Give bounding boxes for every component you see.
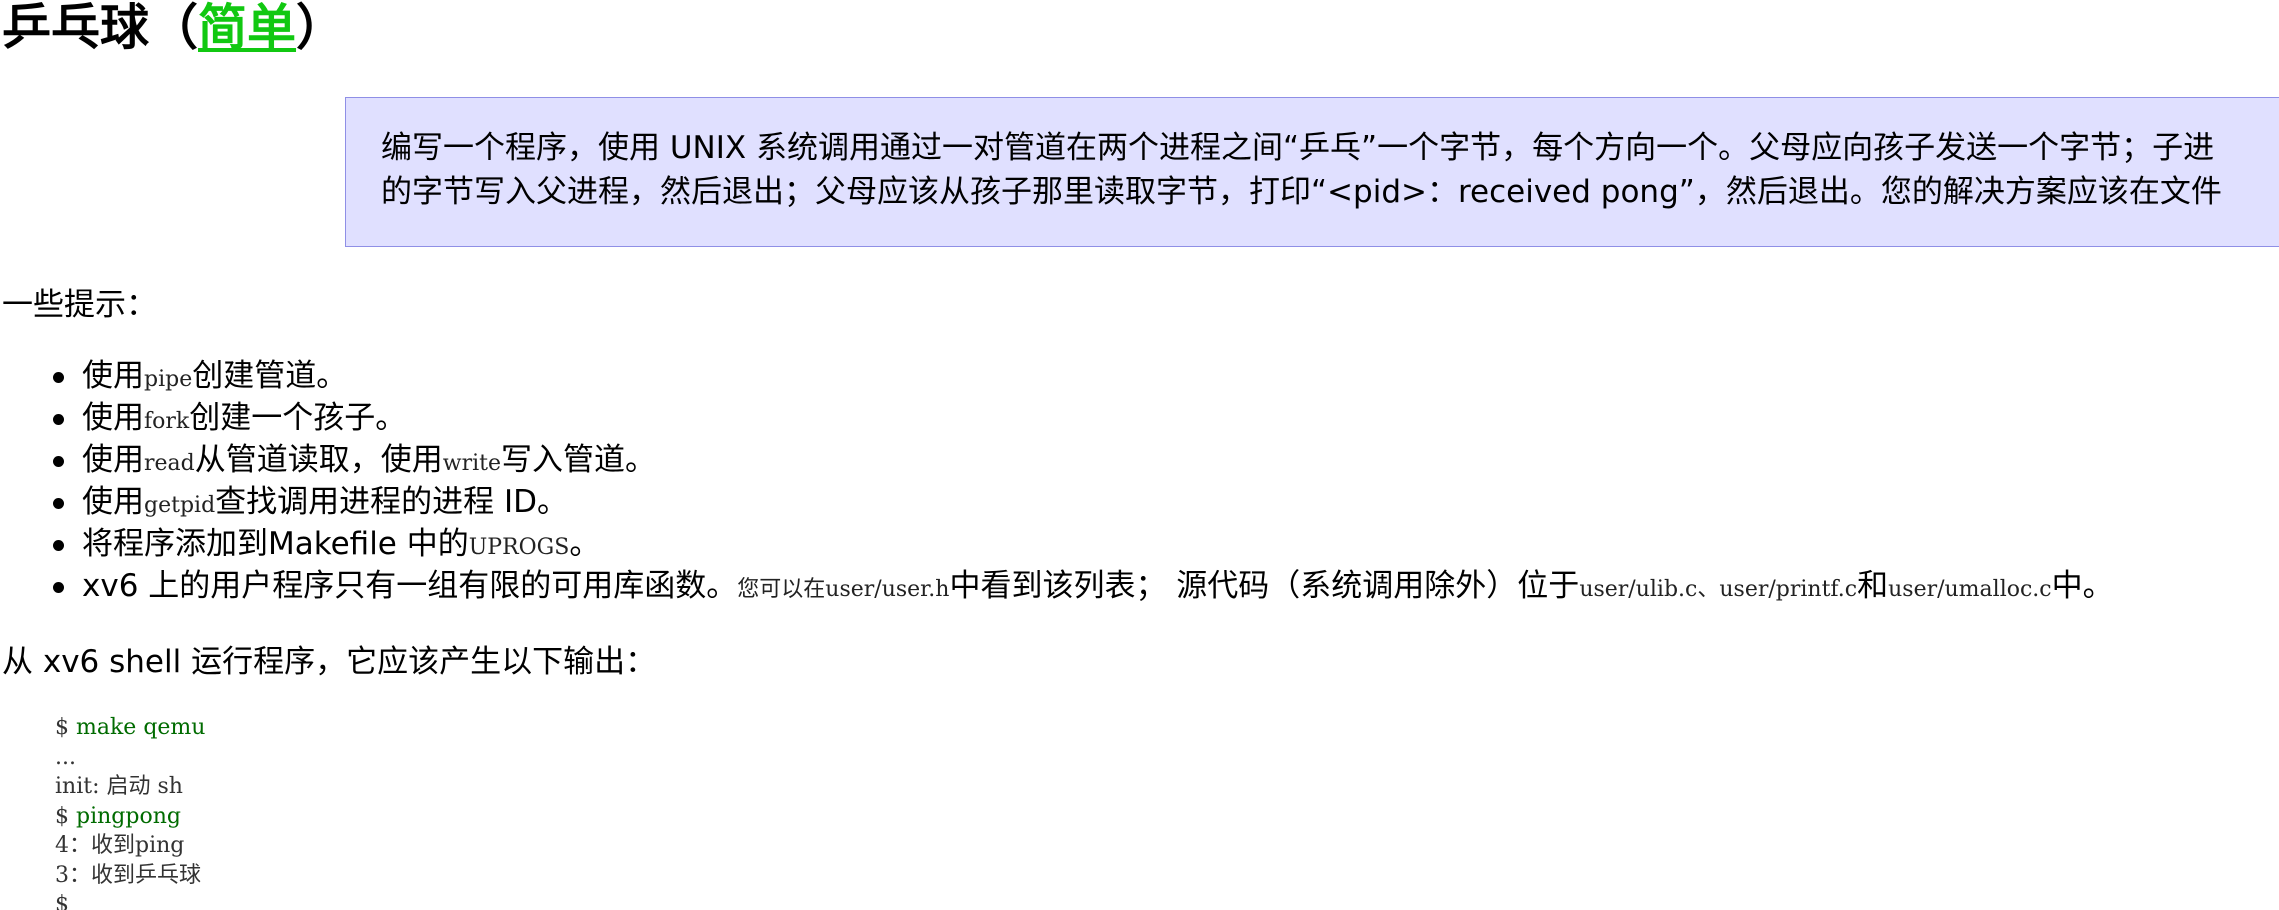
terminal-line: $ [55, 892, 69, 910]
hint-text: 使用 [82, 484, 144, 520]
hint-text: 。 [569, 526, 601, 562]
hint-item-getpid: 使用getpid查找调用进程的进程 ID。 [0, 481, 2114, 523]
hint-separator: 、 [1697, 577, 1720, 602]
assignment-line-1: 编写一个程序，使用 UNIX 系统调用通过一对管道在两个进程之间“乒乓”一个字节… [381, 130, 2215, 166]
hint-text: 和 [1857, 568, 1889, 604]
difficulty-link[interactable]: 简单 [198, 0, 296, 56]
bullet-icon [53, 540, 64, 551]
code-user-h: user/user.h [825, 577, 950, 602]
run-intro: 从 xv6 shell 运行程序，它应该产生以下输出： [2, 644, 657, 680]
code-uprogs: UPROGS [468, 535, 570, 560]
hint-text: 将程序添加到Makefile 中的 [82, 526, 469, 562]
title-prefix: 乒乓球（ [2, 0, 199, 56]
terminal-command: pingpong [76, 803, 181, 829]
code-printf-c: user/printf.c [1719, 577, 1858, 602]
terminal-line: init: 启动 sh [55, 774, 183, 799]
title-suffix: ） [296, 0, 346, 56]
hint-text: 创建一个孩子。 [189, 400, 407, 436]
terminal-prompt: $ [55, 715, 76, 740]
bullet-icon [53, 456, 64, 467]
terminal-prompt: $ [55, 803, 76, 829]
bullet-icon [53, 414, 64, 425]
hint-text: 写入管道。 [501, 442, 656, 478]
hint-text: 中。 [2051, 568, 2114, 604]
terminal-command: make qemu [76, 715, 206, 740]
page-title: 乒乓球（简单） [2, 2, 345, 54]
code-fork: fork [144, 409, 190, 434]
hint-text: xv6 上的用户程序只有一组有限的可用库函数。 [82, 568, 738, 604]
code-umalloc-c: user/umalloc.c [1888, 577, 2052, 602]
hint-text: 查找调用进程的进程 ID。 [215, 484, 569, 520]
hint-item-read-write: 使用read从管道读取，使用write写入管道。 [0, 439, 2114, 481]
hint-text: 使用 [82, 400, 144, 436]
terminal-line: ... [55, 744, 76, 770]
terminal-output: $ make qemu ... init: 启动 sh $ pingpong 4… [55, 713, 205, 910]
hint-small-text: 您可以在 [737, 577, 826, 602]
code-getpid: getpid [144, 493, 216, 518]
code-ulib-c: user/ulib.c [1579, 577, 1698, 602]
hint-item-fork: 使用fork创建一个孩子。 [0, 397, 2114, 439]
code-read: read [144, 451, 195, 476]
hint-list: 使用pipe创建管道。 使用fork创建一个孩子。 使用read从管道读取，使用… [0, 355, 2114, 607]
assignment-box: 编写一个程序，使用 UNIX 系统调用通过一对管道在两个进程之间“乒乓”一个字节… [345, 97, 2279, 247]
hint-item-pipe: 使用pipe创建管道。 [0, 355, 2114, 397]
hint-text: 使用 [82, 442, 144, 478]
code-write: write [442, 451, 501, 476]
hints-intro: 一些提示： [2, 287, 157, 323]
code-pipe: pipe [144, 367, 193, 392]
hint-item-uprogs: 将程序添加到Makefile 中的UPROGS。 [0, 523, 2114, 565]
terminal-line: 3：收到乒乓球 [55, 862, 201, 888]
hint-item-library: xv6 上的用户程序只有一组有限的可用库函数。您可以在user/user.h中看… [0, 565, 2114, 607]
terminal-line: 4：收到ping [55, 833, 185, 858]
bullet-icon [53, 582, 64, 593]
assignment-line-2: 的字节写入父进程，然后退出；父母应该从孩子那里读取字节，打印“<pid>：rec… [381, 174, 2222, 210]
hint-text: 使用 [82, 358, 144, 394]
hint-text: 创建管道。 [192, 358, 348, 394]
bullet-icon [53, 372, 64, 383]
hint-text: 中看到该列表； 源代码（系统调用除外）位于 [949, 568, 1580, 604]
hint-text: 从管道读取，使用 [194, 442, 443, 478]
bullet-icon [53, 498, 64, 509]
